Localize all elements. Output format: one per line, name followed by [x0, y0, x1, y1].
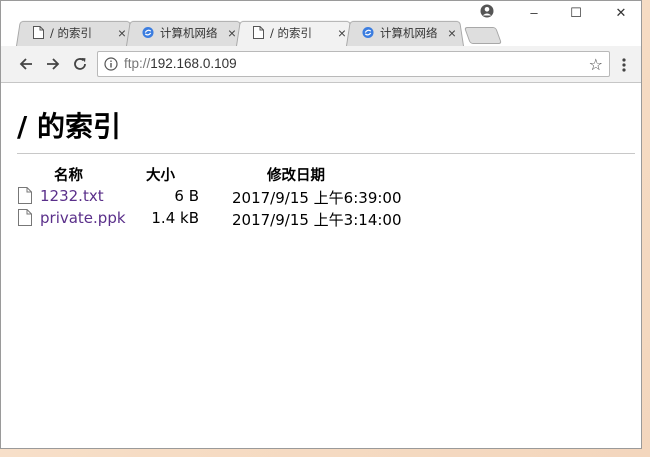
file-link[interactable]: private.ppk: [40, 209, 126, 227]
menu-icon[interactable]: [621, 56, 629, 74]
back-button[interactable]: [17, 55, 35, 73]
tab-index-1[interactable]: / 的索引 ×: [16, 19, 134, 46]
file-icon: [18, 209, 32, 226]
maximize-button[interactable]: ☐: [566, 5, 586, 21]
browser-logo-icon: [142, 26, 154, 40]
file-modified: 2017/9/15 上午3:14:00: [232, 211, 402, 229]
tab-network-2[interactable]: 计算机网络 ×: [346, 19, 464, 46]
column-header-name[interactable]: 名称: [54, 164, 83, 185]
file-modified: 2017/9/15 上午6:39:00: [232, 189, 402, 207]
tab-index-2[interactable]: / 的索引 ×: [236, 19, 354, 46]
minimize-button[interactable]: –: [524, 5, 544, 20]
info-icon[interactable]: [104, 57, 118, 71]
file-row: private.ppk 1.4 kB 2017/9/15 上午3:14:00: [17, 208, 437, 229]
forward-button[interactable]: [44, 55, 62, 73]
file-link[interactable]: 1232.txt: [40, 187, 104, 205]
page-title: / 的索引: [17, 110, 121, 143]
file-icon: [18, 187, 32, 204]
url-scheme: ftp://: [124, 56, 151, 71]
toolbar: ftp://192.168.0.109 ☆: [1, 46, 641, 83]
file-row: 1232.txt 6 B 2017/9/15 上午6:39:00: [17, 186, 437, 207]
profile-icon[interactable]: [480, 4, 494, 18]
new-tab-button[interactable]: [463, 27, 503, 44]
tab-network-1[interactable]: 计算机网络 ×: [126, 19, 244, 46]
column-header-size[interactable]: 大小: [146, 164, 175, 185]
column-header-modified[interactable]: 修改日期: [267, 164, 325, 185]
divider: [17, 153, 635, 154]
tab-label: 计算机网络: [160, 25, 218, 40]
tab-label: / 的索引: [270, 25, 313, 40]
tab-label: 计算机网络: [380, 25, 438, 40]
address-bar[interactable]: ftp://192.168.0.109 ☆: [97, 51, 610, 77]
page-content: / 的索引 名称 大小 修改日期 1232.txt 6 B 2017/9/15 …: [1, 83, 641, 448]
file-size: 6 B: [174, 187, 199, 205]
tab-close-button[interactable]: ×: [446, 26, 458, 40]
url-text[interactable]: ftp://192.168.0.109: [124, 56, 564, 71]
reload-button[interactable]: [71, 55, 89, 73]
bookmark-star-icon[interactable]: ☆: [589, 55, 603, 75]
file-size: 1.4 kB: [151, 209, 199, 227]
page-icon: [252, 26, 264, 40]
browser-logo-icon: [362, 26, 374, 40]
page-icon: [32, 26, 44, 40]
url-host: 192.168.0.109: [150, 56, 237, 71]
tab-strip: / 的索引 × 计算机网络 × / 的索引 × 计算机网络 × – ☐ ✕: [1, 1, 641, 46]
browser-window: / 的索引 × 计算机网络 × / 的索引 × 计算机网络 × – ☐ ✕ ft…: [0, 0, 642, 449]
close-window-button[interactable]: ✕: [611, 5, 631, 21]
tab-label: / 的索引: [50, 25, 93, 40]
